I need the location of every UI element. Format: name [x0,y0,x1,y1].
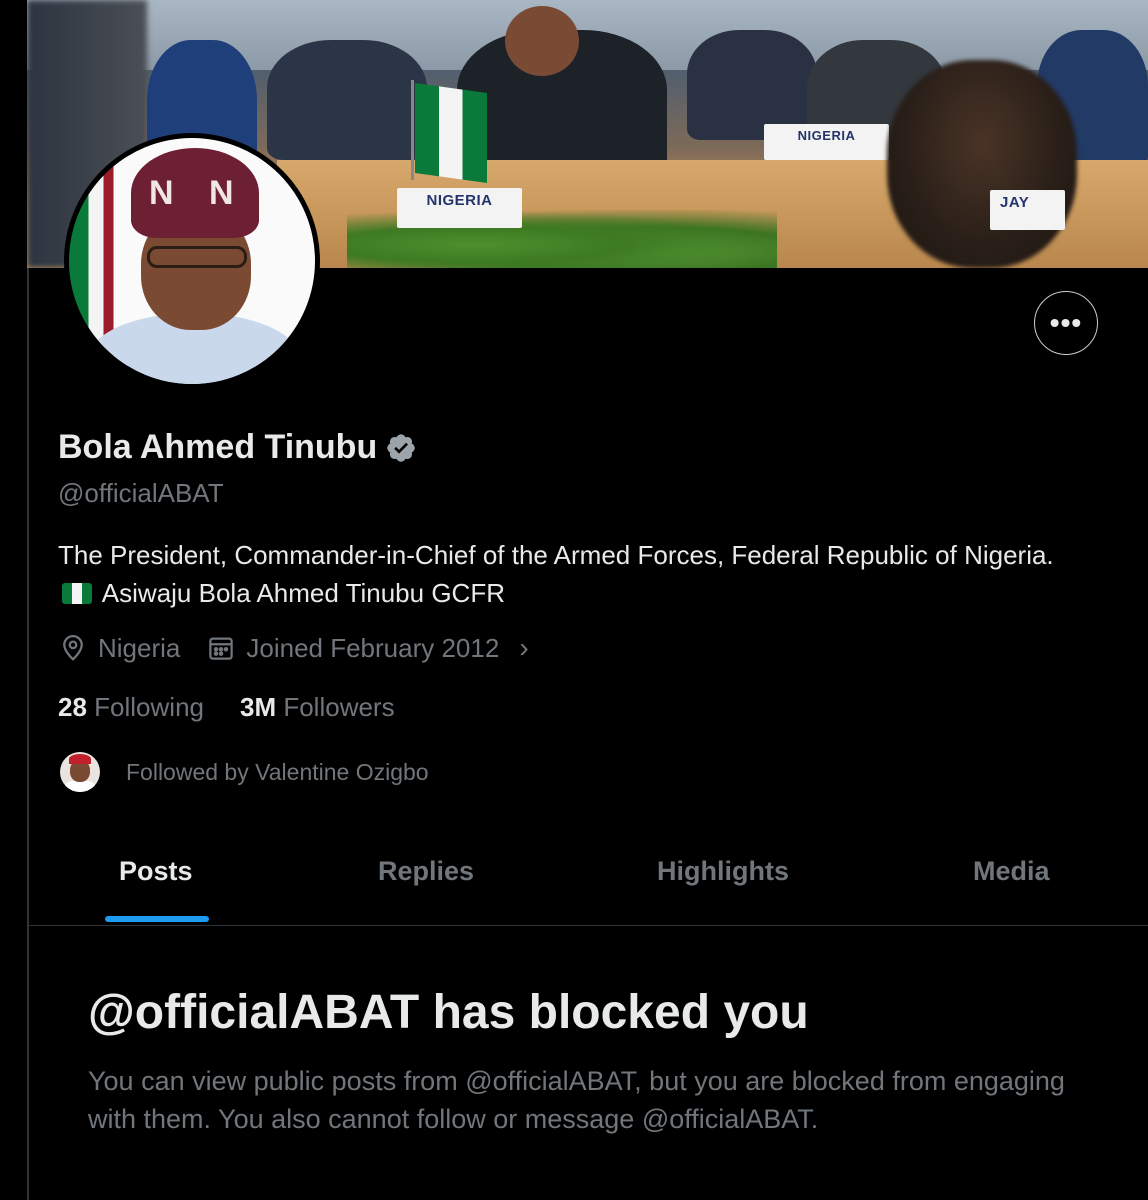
profile-meta: Nigeria Joined February 2012 › [58,632,555,664]
calendar-icon [209,637,234,660]
profile-handle: @officialABAT [58,478,224,508]
bio-text: Asiwaju Bola Ahmed Tinubu GCFR [101,578,505,608]
avatar-glasses [147,246,247,268]
profile-tabs: Posts Replies Highlights Media [27,840,1148,926]
followed-by-text: Followed by Valentine Ozigbo [126,758,429,785]
column-border [27,268,29,1200]
nameplate: JAY [990,190,1065,230]
banner-figure [267,40,427,160]
followed-by-row[interactable]: Followed by Valentine Ozigbo [60,752,429,792]
avatar-photo: NN [69,138,315,384]
nameplate: NIGERIA [397,188,522,228]
avatar-cap: NN [131,148,259,238]
following-link[interactable]: 28 Following [58,692,204,723]
nigeria-flag-emoji [62,583,92,604]
display-name: Bola Ahmed Tinubu [58,428,378,466]
blocked-message: You can view public posts from @official… [88,1066,1065,1134]
nigeria-flag [415,82,487,184]
banner-figure [887,60,1077,268]
location-text: Nigeria [98,632,181,663]
nameplate: NIGERIA [764,124,889,160]
banner-figure [505,6,579,76]
follow-counts: 28 Following 3M Followers [58,692,395,723]
verified-badge-icon[interactable] [385,432,417,464]
chevron-right-icon: › [519,632,529,663]
profile-page: NIGERIA NIGERIA JAY NN ••• Bola Ahmed Ti… [27,0,1148,1200]
joined-item[interactable]: Joined February 2012 › [206,632,529,664]
profile-name-row: Bola Ahmed Tinubu [58,428,417,467]
profile-avatar[interactable]: NN [64,133,320,389]
blocked-title: @officialABAT has blocked you [88,986,809,1039]
following-label: Following [94,692,204,722]
location-pin-icon [63,635,83,661]
flagpole [411,80,414,180]
following-count: 28 [58,692,87,722]
tab-media[interactable]: Media [973,856,1050,887]
tab-highlights[interactable]: Highlights [657,856,789,887]
mini-avatar-cap [69,754,91,764]
more-options-icon: ••• [1049,307,1083,338]
bio-text: The President, Commander-in-Chief of the… [58,540,1054,570]
profile-bio: The President, Commander-in-Chief of the… [58,536,1088,612]
tab-posts[interactable]: Posts [119,856,193,887]
tab-replies[interactable]: Replies [378,856,474,887]
joined-text: Joined February 2012 [246,632,500,663]
more-options-button[interactable]: ••• [1034,291,1098,355]
followers-link[interactable]: 3M Followers [240,692,395,723]
active-tab-indicator [105,916,209,922]
followers-count: 3M [239,692,277,722]
location-item: Nigeria [58,633,180,664]
followers-label: Followers [283,692,395,722]
follower-avatar [60,752,100,792]
